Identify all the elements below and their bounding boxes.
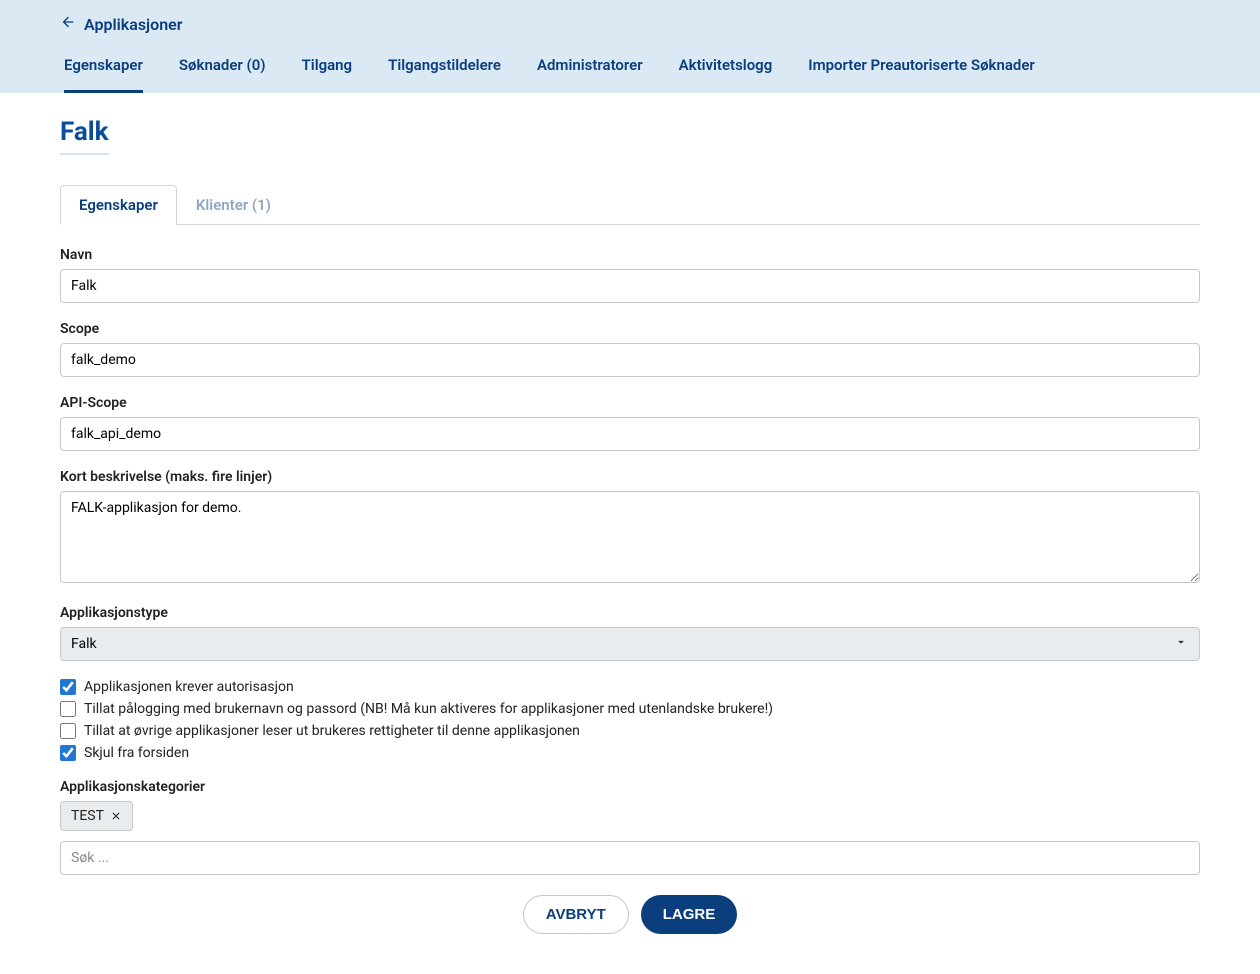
apiscope-input[interactable] bbox=[60, 417, 1200, 451]
category-tag-label: TEST bbox=[71, 808, 104, 824]
checkbox-label[interactable]: Applikasjonen krever autorisasjon bbox=[84, 679, 294, 695]
apiscope-label: API-Scope bbox=[60, 395, 1200, 411]
tab-importer[interactable]: Importer Preautoriserte Søknader bbox=[808, 56, 1035, 93]
checkbox-krever-autorisasjon[interactable] bbox=[60, 679, 76, 695]
category-tag: TEST bbox=[60, 801, 133, 831]
apptype-label: Applikasjonstype bbox=[60, 605, 1200, 621]
tab-aktivitetslogg[interactable]: Aktivitetslogg bbox=[679, 56, 773, 93]
tab-egenskaper[interactable]: Egenskaper bbox=[64, 56, 143, 93]
arrow-left-icon bbox=[60, 14, 76, 34]
top-tabs: Egenskaper Søknader (0) Tilgang Tilgangs… bbox=[0, 56, 1260, 93]
subtab-egenskaper[interactable]: Egenskaper bbox=[60, 185, 177, 225]
tab-soknader[interactable]: Søknader (0) bbox=[179, 56, 266, 93]
back-link[interactable]: Applikasjoner bbox=[60, 14, 183, 34]
checkbox-tillat-palogging[interactable] bbox=[60, 701, 76, 717]
checkbox-label[interactable]: Tillat pålogging med brukernavn og passo… bbox=[84, 701, 773, 717]
checkbox-tillat-ovrige[interactable] bbox=[60, 723, 76, 739]
page-title: Falk bbox=[60, 117, 109, 155]
back-link-label: Applikasjoner bbox=[84, 15, 183, 34]
apptype-select[interactable]: Falk bbox=[60, 627, 1200, 661]
desc-label: Kort beskrivelse (maks. fire linjer) bbox=[60, 469, 1200, 485]
close-icon[interactable] bbox=[110, 810, 122, 822]
checkbox-skjul-forsiden[interactable] bbox=[60, 745, 76, 761]
tab-administratorer[interactable]: Administratorer bbox=[537, 56, 643, 93]
save-button[interactable]: LAGRE bbox=[641, 895, 738, 934]
checkbox-label[interactable]: Tillat at øvrige applikasjoner leser ut … bbox=[84, 723, 580, 739]
tab-tilgangstildelere[interactable]: Tilgangstildelere bbox=[388, 56, 501, 93]
navn-label: Navn bbox=[60, 247, 1200, 263]
scope-label: Scope bbox=[60, 321, 1200, 337]
navn-input[interactable] bbox=[60, 269, 1200, 303]
tab-tilgang[interactable]: Tilgang bbox=[302, 56, 353, 93]
sub-tabs: Egenskaper Klienter (1) bbox=[60, 185, 1200, 225]
categories-label: Applikasjonskategorier bbox=[60, 779, 1200, 795]
cancel-button[interactable]: AVBRYT bbox=[523, 895, 629, 934]
subtab-klienter[interactable]: Klienter (1) bbox=[177, 185, 290, 224]
category-search-input[interactable] bbox=[60, 841, 1200, 875]
desc-textarea[interactable] bbox=[60, 491, 1200, 583]
checkbox-label[interactable]: Skjul fra forsiden bbox=[84, 745, 189, 761]
scope-input[interactable] bbox=[60, 343, 1200, 377]
